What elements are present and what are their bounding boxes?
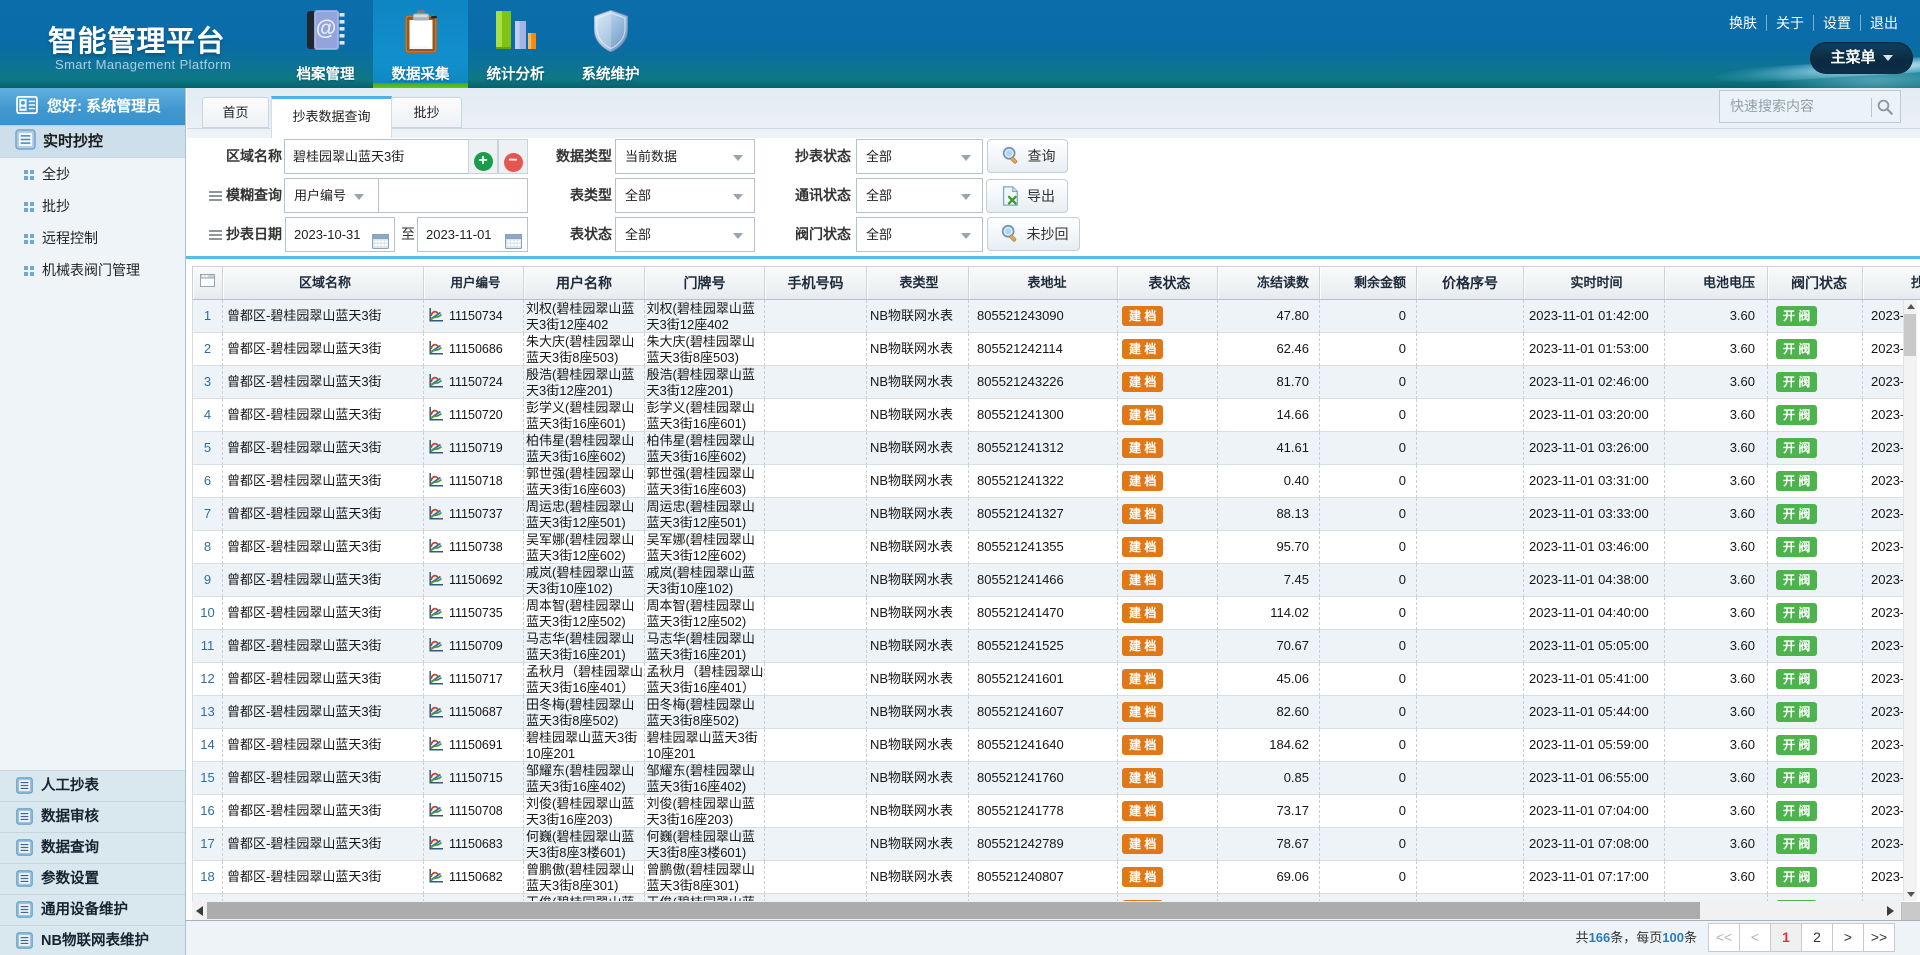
svg-text:@: @ <box>315 17 335 40</box>
